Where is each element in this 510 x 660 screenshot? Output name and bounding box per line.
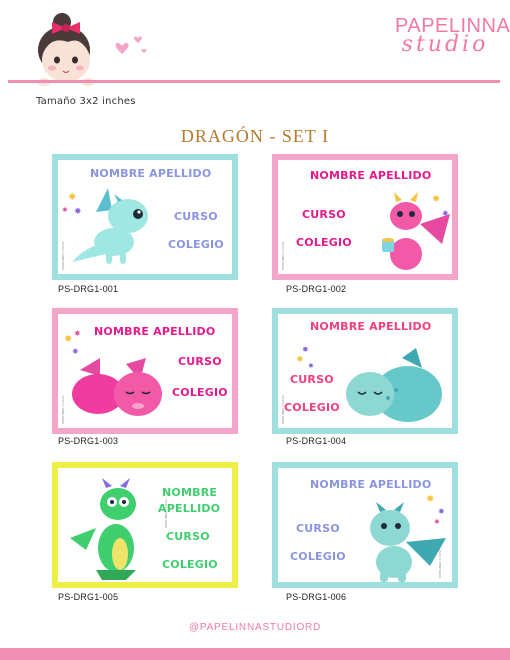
curso-text: CURSO [302,208,346,221]
brand-subtitle: studio [401,32,489,57]
product-code-004: PS-DRG1-004 [286,436,347,446]
curso-text: CURSO [296,522,340,535]
colegio-text: COLEGIO [296,236,352,249]
svg-text:✸: ✸ [72,347,79,356]
name-text: NOMBRE APELLIDO [310,320,432,333]
girl-mascot-illustration [38,13,94,86]
svg-text:✸: ✸ [438,507,445,516]
svg-text:✸: ✸ [64,334,72,345]
label-card-001: NOMBRE APELLIDO CURSO COLEGIO ✸ ✸ ✸ PAPE… [52,154,238,280]
green-dragon-illustration [70,478,136,580]
svg-text:✸: ✸ [426,494,434,505]
svg-text:✸: ✸ [434,518,440,526]
svg-text:✸: ✸ [296,355,304,365]
name-line1-text: NOMBRE [162,486,218,499]
product-code-002: PS-DRG1-002 [286,284,347,294]
teal-dragon-illustration: ✸ ✸ ✸ [62,188,148,264]
colegio-text: COLEGIO [172,386,228,399]
footer-bar [0,648,510,660]
label-card-006: NOMBRE APELLIDO CURSO COLEGIO ✸ ✸ ✸ PAPE… [272,462,458,588]
label-card-004: NOMBRE APELLIDO CURSO COLEGIO ✸ ✸ ✸ PAPE… [272,308,458,434]
colegio-text: COLEGIO [162,558,218,571]
svg-text:✸: ✸ [74,329,81,338]
svg-text:✸: ✸ [74,207,82,217]
product-code-001: PS-DRG1-001 [58,284,119,294]
sleeping-teal-dragon-illustration: ✸ ✸ ✸ [296,345,442,422]
label-card-002: NOMBRE APELLIDO CURSO COLEGIO ✸ ✸ PAPELI… [272,154,458,280]
brand-logo: PAPELINNA studio [395,16,510,57]
header-divider [8,80,500,83]
curso-text: CURSO [174,210,218,223]
svg-text:✸: ✸ [62,206,68,214]
curso-text: CURSO [178,355,222,368]
pink-dragon-illustration: ✸ ✸ [382,192,450,270]
svg-text:✸: ✸ [68,192,76,203]
label-card-005: NOMBRE APELLIDO CURSO COLEGIO PAPELINNA … [52,462,238,588]
svg-text:✸: ✸ [308,362,314,370]
product-code-003: PS-DRG1-003 [58,436,119,446]
size-note: Tamaño 3x2 inches [36,96,136,107]
svg-text:✸: ✸ [302,345,309,354]
colegio-text: COLEGIO [290,550,346,563]
hearts-decoration [115,36,147,54]
curso-text: CURSO [166,530,210,543]
label-card-003: NOMBRE APELLIDO CURSO COLEGIO ✸ ✸ ✸ PAPE… [52,308,238,434]
product-code-005: PS-DRG1-005 [58,592,119,602]
name-text: NOMBRE APELLIDO [310,169,432,182]
social-handle: @PAPELINNASTUDIORD [188,622,322,633]
name-text: NOMBRE APELLIDO [90,167,212,180]
sleeping-pink-dragons-illustration: ✸ ✸ ✸ [64,329,162,416]
svg-text:✸: ✸ [432,194,440,205]
set-title: DRAGÓN - SET I [180,126,330,146]
colegio-text: COLEGIO [168,238,224,251]
product-code-006: PS-DRG1-006 [286,592,347,602]
